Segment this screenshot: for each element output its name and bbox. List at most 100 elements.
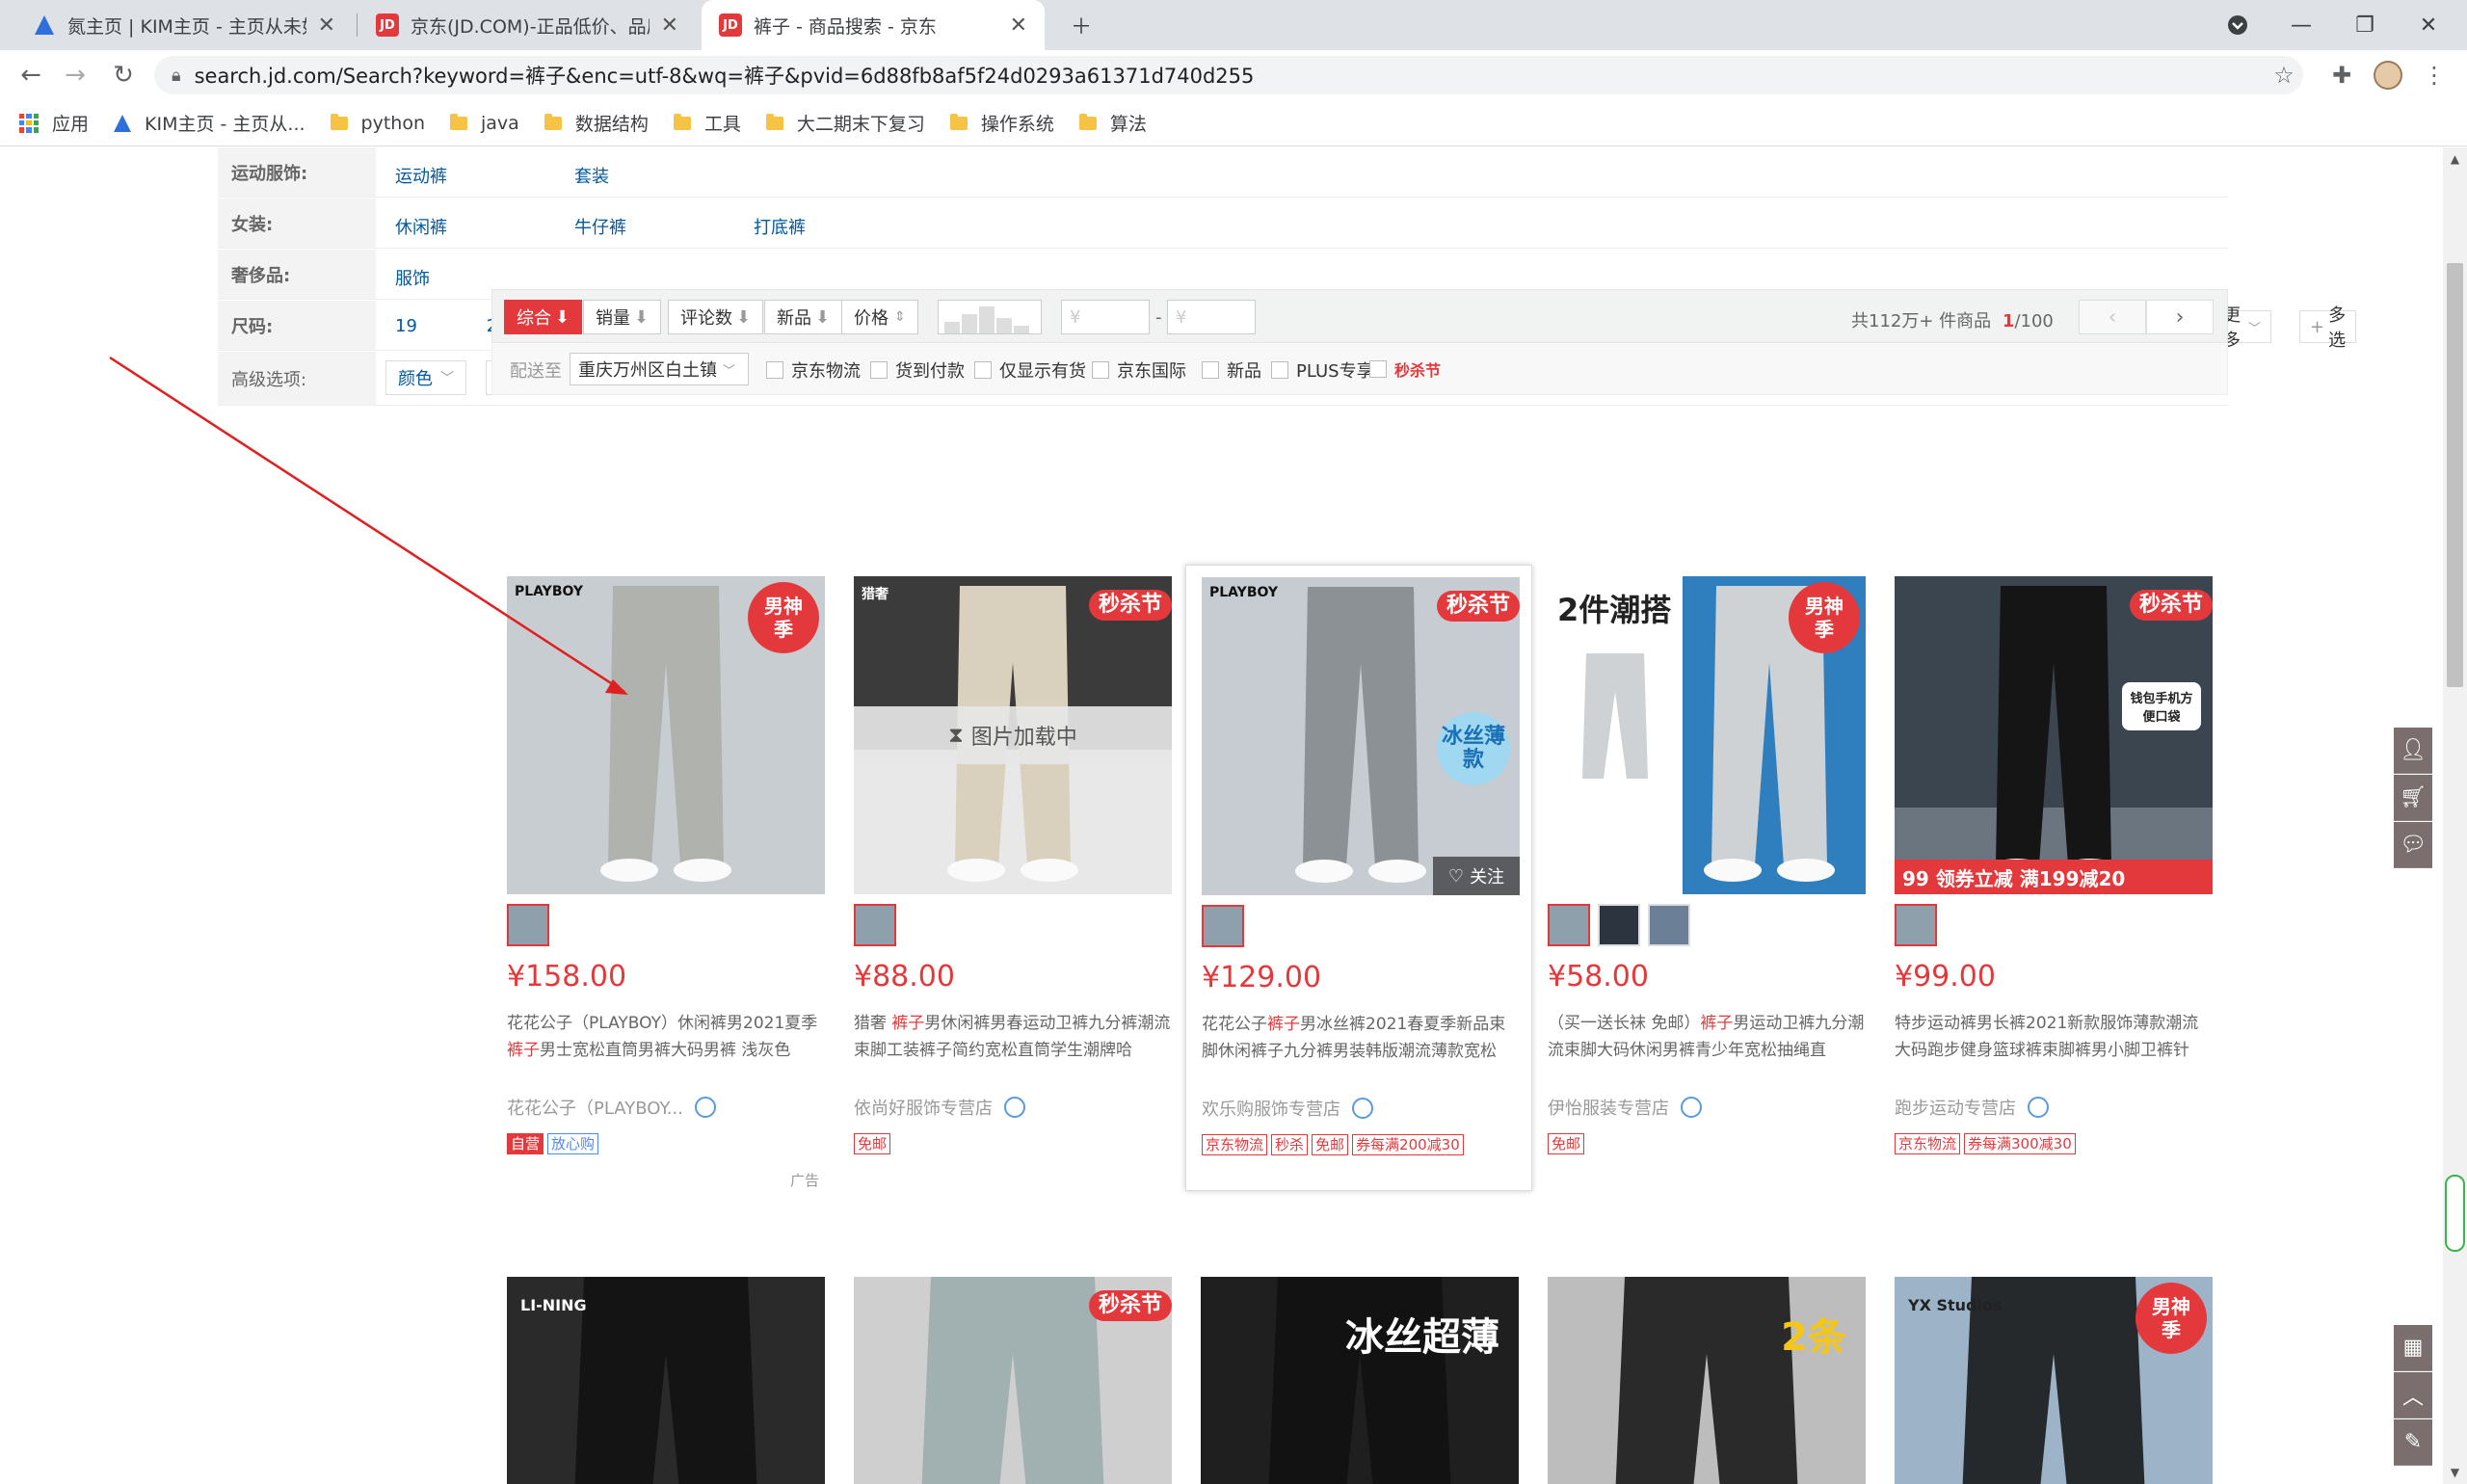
close-icon[interactable]: ✕ — [661, 13, 678, 38]
product-card[interactable]: 2条 — [1532, 1265, 1879, 1484]
bookmark-folder[interactable]: python — [330, 113, 425, 134]
close-icon[interactable]: ✕ — [1010, 13, 1027, 38]
color-thumbnail[interactable] — [1202, 905, 1244, 947]
price-max-input[interactable]: ¥ — [1167, 300, 1256, 334]
product-image[interactable]: 钱包手机方便口袋 99 领券立减 满199减20 秒杀节 — [1895, 576, 2213, 894]
tab-search-icon[interactable] — [2209, 0, 2267, 50]
color-thumbnail[interactable] — [1548, 904, 1590, 946]
product-image[interactable]: LI-NING — [507, 1277, 825, 1484]
restore-icon[interactable]: ❐ — [2336, 0, 2394, 50]
product-image[interactable]: 冰丝超薄 — [1201, 1277, 1519, 1484]
bookmark-folder[interactable]: java — [450, 113, 519, 134]
profile-avatar-icon[interactable] — [2369, 50, 2407, 100]
sort-comments[interactable]: 评论数 ⬇ — [668, 300, 764, 334]
forward-icon[interactable]: → — [54, 50, 96, 100]
price-min-input[interactable]: ¥ — [1061, 300, 1150, 334]
bookmark-folder[interactable]: 大二期末下复习 — [765, 110, 925, 136]
product-title-link[interactable]: 猎奢 裤子男休闲裤男春运动卫裤九分裤潮流束脚工装裤子简约宽松直筒学生潮牌哈 — [854, 1010, 1174, 1064]
product-image[interactable]: 2条 — [1548, 1277, 1866, 1484]
sort-new[interactable]: 新品 ⬇ — [764, 300, 843, 334]
chat-icon[interactable] — [1004, 1097, 1025, 1118]
close-icon[interactable]: ✕ — [318, 13, 335, 38]
filter-checkbox[interactable]: 新品 — [1202, 358, 1261, 383]
delivery-location-select[interactable]: 重庆万州区白土镇 ﹀ — [570, 353, 749, 385]
sort-sales[interactable]: 销量 ⬇ — [583, 300, 662, 334]
color-thumbnail[interactable] — [1648, 904, 1690, 946]
reload-icon[interactable]: ↻ — [102, 50, 145, 100]
chat-icon[interactable] — [1681, 1097, 1702, 1118]
filter-checkbox[interactable]: 京东物流 — [766, 358, 861, 383]
shop-link[interactable]: 依尚好服饰专营店 — [854, 1095, 1025, 1120]
back-icon[interactable]: ← — [10, 50, 52, 100]
product-card[interactable]: PLAYBOY 冰丝薄款 秒杀节 ♡ 关注 ¥129.00 花花公子裤子男冰丝裤2021春夏… — [1185, 565, 1532, 1191]
side-qrcode-button[interactable]: ▦ — [2394, 1325, 2432, 1371]
color-thumbnail[interactable] — [1895, 904, 1937, 946]
side-message-button[interactable]: 💬︎ — [2394, 822, 2432, 868]
scroll-up-icon[interactable]: ▲ — [2443, 149, 2467, 169]
bookmark-star-icon[interactable]: ☆ — [2265, 50, 2303, 100]
side-top-button[interactable]: ︿ — [2394, 1372, 2432, 1418]
advanced-filter-dropdown[interactable]: 颜色 ﹀ — [385, 360, 466, 395]
shop-link[interactable]: 伊怡服装专营店 — [1548, 1095, 1702, 1120]
filter-value-link[interactable]: 19 — [395, 316, 417, 336]
filter-checkbox[interactable]: 货到付款 — [870, 358, 965, 383]
bookmark-folder[interactable]: 操作系统 — [949, 110, 1054, 136]
shop-link[interactable]: 花花公子（PLAYBOY... — [507, 1095, 716, 1120]
filter-checkbox[interactable]: PLUS专享 — [1271, 358, 1374, 383]
bookmark-kim[interactable]: KIM主页 - 主页从... — [114, 110, 305, 136]
product-card[interactable]: 猎奢 秒杀节 ⧗ 图片加载中 ¥88.00 猎奢 裤子男休闲裤男春运动卫裤九分裤潮流束脚工… — [838, 565, 1185, 1191]
price-histogram-icon[interactable] — [938, 300, 1042, 334]
filter-checkbox[interactable]: 仅显示有货 — [974, 358, 1086, 383]
product-card[interactable]: 2件潮搭 男神季 ¥58.00 （买一送长袜 免邮）裤子男运动卫裤九分潮流束脚大码休闲… — [1532, 565, 1879, 1191]
product-card[interactable]: PLAYBOY 男神季 ¥158.00 花花公子（PLAYBOY）休闲裤男2021夏季… — [491, 565, 838, 1191]
scrollbar[interactable]: ▲ ▼ — [2443, 147, 2467, 1484]
menu-icon[interactable]: ⋮ — [2415, 50, 2454, 100]
product-title-link[interactable]: 花花公子（PLAYBOY）休闲裤男2021夏季裤子男士宽松直筒男裤大码男裤 浅灰… — [507, 1010, 827, 1064]
new-tab-button[interactable]: ＋ — [1052, 0, 1110, 50]
prev-page-button[interactable]: ‹ — [2079, 300, 2146, 334]
filter-value-link[interactable]: 休闲裤 — [395, 214, 447, 239]
product-image[interactable]: PLAYBOY 男神季 — [507, 576, 825, 894]
side-user-button[interactable]: 👤︎ — [2394, 728, 2432, 774]
product-image[interactable]: 2件潮搭 男神季 — [1548, 576, 1866, 894]
filter-value-link[interactable]: 运动裤 — [395, 163, 447, 188]
chat-icon[interactable] — [2028, 1097, 2049, 1118]
filter-value-link[interactable]: 牛仔裤 — [574, 214, 626, 239]
bookmark-folder[interactable]: 数据结构 — [544, 110, 649, 136]
product-title-link[interactable]: （买一送长袜 免邮）裤子男运动卫裤九分潮流束脚大码休闲男裤青少年宽松抽绳直 — [1548, 1010, 1868, 1064]
next-page-button[interactable]: › — [2146, 300, 2214, 334]
chat-icon[interactable] — [1352, 1098, 1373, 1119]
filter-value-link[interactable]: 套装 — [574, 163, 609, 188]
bookmark-folder[interactable]: 算法 — [1078, 110, 1147, 136]
side-feedback-button[interactable]: ✎ — [2394, 1419, 2432, 1466]
tab-kim[interactable]: 氮主页 | KIM主页 - 主页从未如此 ✕ — [15, 0, 353, 50]
minimize-icon[interactable]: — — [2272, 0, 2330, 50]
filter-value-link[interactable]: 服饰 — [395, 265, 430, 290]
chat-icon[interactable] — [694, 1097, 716, 1118]
address-bar[interactable]: 🔒︎ search.jd.com/Search?keyword=裤子&enc=u… — [154, 56, 2303, 94]
product-image[interactable]: 男神季 YX Studios — [1895, 1277, 2213, 1484]
product-image[interactable]: PLAYBOY 冰丝薄款 秒杀节 ♡ 关注 — [1202, 577, 1520, 895]
tab-jd-search[interactable]: JD 裤子 - 商品搜索 - 京东 ✕ — [702, 0, 1045, 50]
product-image[interactable]: 猎奢 秒杀节 ⧗ 图片加载中 — [854, 576, 1172, 894]
product-card[interactable]: 钱包手机方便口袋 99 领券立减 满199减20 秒杀节 ¥99.00 特步运动裤男长裤… — [1879, 565, 2226, 1191]
shop-link[interactable]: 跑步运动专营店 — [1895, 1095, 2049, 1120]
shop-link[interactable]: 欢乐购服饰专营店 — [1202, 1096, 1373, 1121]
product-title-link[interactable]: 特步运动裤男长裤2021新款服饰薄款潮流大码跑步健身篮球裤束脚裤男小脚卫裤针 — [1895, 1010, 2215, 1064]
bookmark-folder[interactable]: 工具 — [673, 110, 741, 136]
size-multi-button[interactable]: + 多选 — [2299, 305, 2357, 351]
scrollbar-thumb[interactable] — [2447, 263, 2463, 687]
color-thumbnail[interactable] — [1598, 904, 1640, 946]
bookmark-apps[interactable]: 应用 — [19, 110, 89, 136]
filter-checkbox[interactable]: 秒杀节 — [1369, 358, 1441, 381]
product-image[interactable]: 秒杀节 — [854, 1277, 1172, 1484]
tab-jd-home[interactable]: JD 京东(JD.COM)-正品低价、品质保 ✕ — [358, 0, 696, 50]
product-card[interactable]: 冰丝超薄 — [1185, 1265, 1532, 1484]
side-cart-button[interactable]: 🛒︎ — [2394, 775, 2432, 821]
scroll-down-icon[interactable]: ▼ — [2443, 1463, 2467, 1482]
sort-default[interactable]: 综合 ⬇ — [504, 300, 583, 334]
color-thumbnail[interactable] — [854, 904, 896, 946]
filter-checkbox[interactable]: 京东国际 — [1092, 358, 1186, 383]
window-close-icon[interactable]: ✕ — [2400, 0, 2457, 50]
extension-widget-icon[interactable] — [2445, 1175, 2465, 1252]
